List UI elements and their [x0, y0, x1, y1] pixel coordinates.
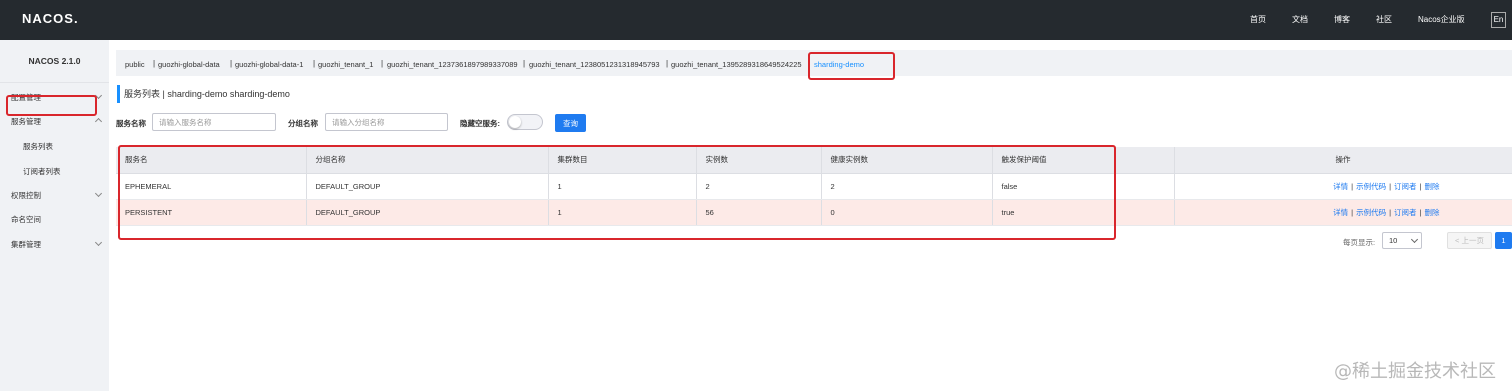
- namespace-separator: |: [381, 59, 384, 68]
- sidebar-item-cluster[interactable]: 集群管理: [11, 239, 41, 250]
- sample-code-link[interactable]: 示例代码: [1356, 182, 1386, 191]
- nav-docs[interactable]: 文档: [1292, 14, 1308, 25]
- toggle-knob: [509, 116, 521, 128]
- op-separator: |: [1389, 181, 1392, 191]
- detail-link[interactable]: 详情: [1333, 182, 1348, 191]
- operations-cell: 详情 | 示例代码 | 订阅者 | 删除: [1174, 199, 1512, 226]
- chevron-down-icon: [94, 189, 103, 198]
- nacos-logo[interactable]: NACOS.: [22, 11, 79, 26]
- highlight-box-service-list: [6, 95, 97, 116]
- prev-page-button[interactable]: < 上一页: [1447, 232, 1492, 249]
- hide-empty-toggle[interactable]: [507, 114, 543, 130]
- namespace-tab[interactable]: guozhi-global-data: [158, 60, 220, 69]
- sidebar: NACOS 2.1.0 配置管理 服务管理 服务列表 订阅者列表 权限控制 命名…: [0, 40, 109, 391]
- namespace-tab[interactable]: guozhi-global-data-1: [235, 60, 303, 69]
- hide-empty-label: 隐藏空服务:: [460, 119, 500, 128]
- page-size-label: 每页显示:: [1343, 238, 1376, 247]
- service-name-label: 服务名称: [116, 119, 146, 128]
- delete-link[interactable]: 删除: [1425, 208, 1440, 217]
- highlight-box-namespace: [808, 52, 895, 80]
- group-name-input[interactable]: [325, 113, 448, 131]
- detail-link[interactable]: 详情: [1333, 208, 1348, 217]
- namespace-separator: |: [523, 59, 526, 68]
- page-size-select[interactable]: 10: [1382, 232, 1422, 249]
- sidebar-item-namespace[interactable]: 命名空间: [11, 214, 41, 225]
- namespace-separator: |: [313, 59, 316, 68]
- nav-enterprise[interactable]: Nacos企业版: [1418, 14, 1465, 25]
- nav-blog[interactable]: 博客: [1334, 14, 1350, 25]
- highlight-box-table: [118, 145, 1116, 240]
- op-separator: |: [1351, 207, 1354, 217]
- service-name-input[interactable]: [152, 113, 276, 131]
- nav-community[interactable]: 社区: [1376, 14, 1392, 25]
- namespace-separator: |: [153, 59, 156, 68]
- operations-cell: 详情 | 示例代码 | 订阅者 | 删除: [1174, 173, 1512, 200]
- namespace-tab[interactable]: guozhi_tenant_1238051231318945793: [529, 60, 660, 69]
- nav-home[interactable]: 首页: [1250, 14, 1266, 25]
- watermark: @稀土掘金技术社区: [1334, 361, 1496, 382]
- namespace-tab[interactable]: guozhi_tenant_1: [318, 60, 373, 69]
- sidebar-item-service[interactable]: 服务管理: [11, 116, 41, 127]
- page-size-value: 10: [1389, 236, 1398, 245]
- subscriber-link[interactable]: 订阅者: [1394, 208, 1417, 217]
- sidebar-item-subscriber-list[interactable]: 订阅者列表: [23, 166, 61, 177]
- group-name-label: 分组名称: [288, 119, 318, 128]
- namespace-tab[interactable]: guozhi_tenant_1395289318649524225: [671, 60, 802, 69]
- page-title: 服务列表 | sharding-demo sharding-demo: [117, 85, 290, 103]
- delete-link[interactable]: 删除: [1425, 182, 1440, 191]
- page-number-button[interactable]: 1: [1495, 232, 1512, 249]
- chevron-down-icon: [94, 238, 103, 247]
- search-button[interactable]: 查询: [555, 114, 586, 132]
- namespace-tab[interactable]: guozhi_tenant_1237361897989337089: [387, 60, 518, 69]
- chevron-up-icon: [94, 117, 103, 126]
- sample-code-link[interactable]: 示例代码: [1356, 208, 1386, 217]
- namespace-tab[interactable]: public: [125, 60, 145, 69]
- sidebar-item-auth[interactable]: 权限控制: [11, 190, 41, 201]
- op-separator: |: [1419, 207, 1422, 217]
- version-title: NACOS 2.1.0: [0, 40, 109, 83]
- namespace-separator: |: [666, 59, 669, 68]
- chevron-down-icon: [1410, 235, 1419, 244]
- subscriber-link[interactable]: 订阅者: [1394, 182, 1417, 191]
- sidebar-item-service-list[interactable]: 服务列表: [23, 141, 53, 152]
- namespace-separator: |: [230, 59, 233, 68]
- op-separator: |: [1389, 207, 1392, 217]
- top-bar: NACOS. 首页 文档 博客 社区 Nacos企业版 En: [0, 0, 1512, 40]
- column-header: 操作: [1174, 147, 1512, 174]
- language-switch-button[interactable]: En: [1491, 12, 1506, 28]
- op-separator: |: [1351, 181, 1354, 191]
- op-separator: |: [1419, 181, 1422, 191]
